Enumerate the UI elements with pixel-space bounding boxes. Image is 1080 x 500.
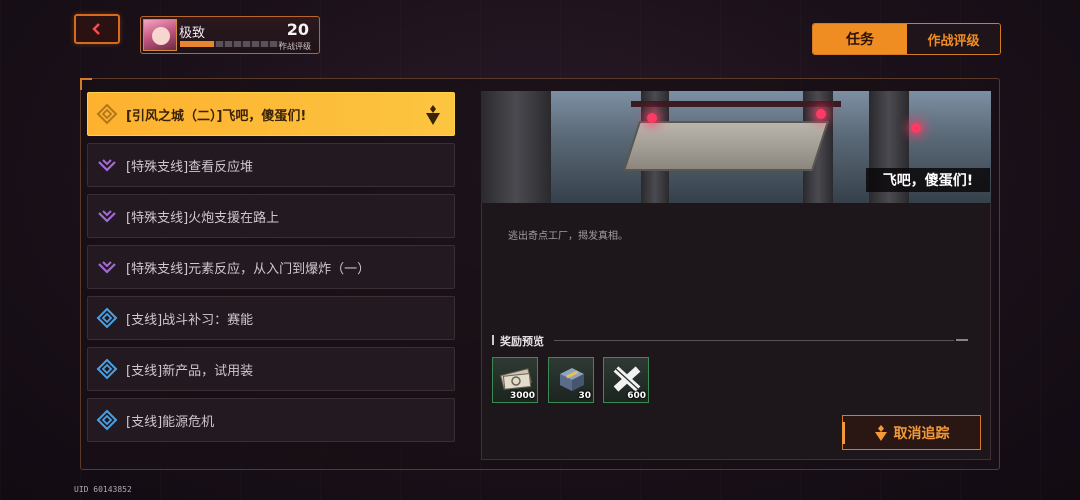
mission-item[interactable]: [特殊支线]火炮支援在路上 bbox=[87, 194, 455, 238]
main-quest-diamond-icon bbox=[96, 103, 118, 125]
reward-item[interactable]: 600 bbox=[603, 357, 649, 403]
special-quest-icon bbox=[98, 159, 116, 172]
banner-glow bbox=[911, 123, 921, 133]
player-name: 极致 bbox=[179, 26, 206, 41]
rank-progress-bar bbox=[180, 41, 282, 47]
banner-glow bbox=[816, 109, 826, 119]
mission-description: 逃出奇点工厂，揭发真相。 bbox=[508, 231, 628, 242]
cash-bundle-icon bbox=[500, 368, 532, 390]
mission-label: [支线]能源危机 bbox=[126, 414, 215, 430]
banner-platform bbox=[622, 121, 830, 171]
banner-glow bbox=[647, 113, 657, 123]
chevron-left-icon bbox=[92, 23, 100, 35]
mission-label: [特殊支线]火炮支援在路上 bbox=[126, 210, 280, 226]
side-quest-icon bbox=[96, 409, 118, 431]
track-marker-icon[interactable] bbox=[424, 104, 442, 126]
supply-crate-icon bbox=[560, 368, 584, 391]
special-quest-icon bbox=[98, 210, 116, 223]
mission-item[interactable]: [支线]能源危机 bbox=[87, 398, 455, 442]
reward-header-dash bbox=[956, 339, 968, 341]
untrack-button[interactable]: 取消追踪 bbox=[842, 415, 981, 450]
avatar bbox=[143, 19, 177, 51]
mission-item[interactable]: [引风之城（二）]飞吧，傻蛋们! bbox=[87, 92, 455, 136]
reward-preview-header: 奖励预览 bbox=[492, 333, 968, 348]
mission-banner-title: 飞吧，傻蛋们! bbox=[866, 168, 990, 192]
side-quest-icon bbox=[96, 358, 118, 380]
mission-item[interactable]: [支线]战斗补习：赛能 bbox=[87, 296, 455, 340]
player-card[interactable]: 极致 20 作战评级 bbox=[140, 16, 320, 54]
mission-label: [支线]新产品，试用装 bbox=[126, 363, 254, 379]
reward-item[interactable]: 3000 bbox=[492, 357, 538, 403]
exp-chip-icon bbox=[613, 366, 641, 392]
top-tabs: 任务 作战评级 bbox=[812, 23, 1001, 55]
tab-combat-rating[interactable]: 作战评级 bbox=[907, 24, 1000, 54]
user-id: UID 60143852 bbox=[74, 485, 132, 494]
reward-quantity: 30 bbox=[578, 391, 591, 401]
side-quest-icon bbox=[96, 307, 118, 329]
reward-preview-title: 奖励预览 bbox=[500, 335, 544, 348]
reward-header-divider bbox=[554, 340, 954, 341]
player-level: 20 bbox=[286, 20, 309, 39]
banner-beam bbox=[631, 101, 841, 107]
banner-tower bbox=[481, 91, 551, 203]
tab-task[interactable]: 任务 bbox=[813, 24, 907, 54]
mission-label: [特殊支线]查看反应堆 bbox=[126, 159, 254, 175]
rank-label: 作战评级 bbox=[279, 42, 311, 51]
mission-label: [特殊支线]元素反应，从入门到爆炸（一） bbox=[126, 261, 371, 277]
mission-label: [引风之城（二）]飞吧，傻蛋们! bbox=[126, 108, 307, 124]
back-button[interactable] bbox=[74, 14, 120, 44]
mission-item[interactable]: [支线]新产品，试用装 bbox=[87, 347, 455, 391]
mission-label: [支线]战斗补习：赛能 bbox=[126, 312, 254, 328]
reward-item[interactable]: 30 bbox=[548, 357, 594, 403]
untrack-button-label: 取消追踪 bbox=[893, 425, 950, 442]
reward-quantity: 3000 bbox=[509, 391, 535, 401]
reward-header-marker bbox=[492, 335, 494, 345]
special-quest-icon bbox=[98, 261, 116, 274]
mission-item[interactable]: [特殊支线]元素反应，从入门到爆炸（一） bbox=[87, 245, 455, 289]
track-marker-icon bbox=[874, 424, 887, 441]
mission-item[interactable]: [特殊支线]查看反应堆 bbox=[87, 143, 455, 187]
reward-quantity: 600 bbox=[627, 391, 646, 401]
rank-progress-fill bbox=[180, 41, 214, 47]
